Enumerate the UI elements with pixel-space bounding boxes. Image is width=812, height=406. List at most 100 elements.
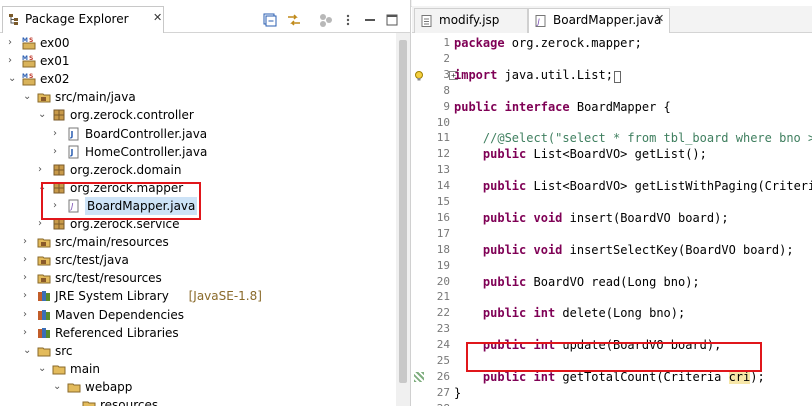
tree-item[interactable]: › J HomeController.java <box>0 143 396 161</box>
tree-item[interactable]: ⌄ src <box>0 342 396 360</box>
code-line[interactable]: 15 <box>412 194 812 210</box>
code-line[interactable]: 3+import java.util.List;□ <box>412 67 812 83</box>
chevron-right-icon[interactable]: › <box>53 143 63 161</box>
line-number: 24 <box>436 338 450 352</box>
code-line[interactable]: 8 <box>412 83 812 99</box>
chevron-down-icon[interactable]: ⌄ <box>38 360 48 378</box>
tree-item[interactable]: › M S ex01 <box>0 52 396 70</box>
chevron-right-icon[interactable]: › <box>23 306 33 324</box>
line-number: 18 <box>436 242 450 256</box>
code-line[interactable]: 11 //@Select("select * from tbl_board wh… <box>412 130 812 146</box>
code-line[interactable]: 2 <box>412 51 812 67</box>
web-project-icon: MS <box>22 37 36 50</box>
java-file-icon: J <box>68 127 79 140</box>
tree-item[interactable]: › src/test/java <box>0 251 396 269</box>
maximize-icon[interactable] <box>384 12 400 28</box>
chevron-right-icon[interactable]: › <box>23 324 33 342</box>
chevron-right-icon[interactable]: › <box>23 233 33 251</box>
tree-item[interactable]: ⌄ webapp <box>0 378 396 396</box>
explorer-scrollbar-thumb[interactable] <box>399 40 407 383</box>
chevron-right-icon[interactable]: › <box>23 251 33 269</box>
view-menu-icon[interactable] <box>340 12 356 28</box>
chevron-right-icon[interactable]: › <box>8 34 18 52</box>
tab-package-explorer[interactable]: Package Explorer ✕ <box>2 6 164 33</box>
code-token: BoardMapper { <box>569 99 671 114</box>
chevron-right-icon[interactable]: › <box>53 125 63 143</box>
keyword-token: interface <box>504 99 570 114</box>
svg-text:J: J <box>70 130 74 139</box>
code-text: public void insertSelectKey(BoardVO boar… <box>454 242 794 258</box>
tree-item[interactable]: › org.zerock.domain <box>0 161 396 179</box>
link-with-editor-icon[interactable] <box>286 12 302 28</box>
code-line[interactable]: 13 <box>412 162 812 178</box>
code-text: public List<BoardVO> getList(); <box>454 146 707 162</box>
code-line[interactable]: 14 public List<BoardVO> getListWithPagin… <box>412 178 812 194</box>
chevron-down-icon[interactable]: ⌄ <box>8 70 18 88</box>
folder-icon <box>67 383 81 393</box>
code-line[interactable]: 23 <box>412 321 812 337</box>
chevron-down-icon[interactable]: ⌄ <box>53 378 63 396</box>
code-line[interactable]: 21 <box>412 289 812 305</box>
tree-item-label: src/test/java <box>55 253 129 268</box>
tree-item[interactable]: › J BoardController.java <box>0 125 396 143</box>
keyword-token: public <box>454 99 498 114</box>
tree-item[interactable]: ⌄ main <box>0 360 396 378</box>
code-token: insert(BoardVO board); <box>562 210 729 225</box>
line-number: 19 <box>436 258 450 272</box>
code-line[interactable]: 16 public void insert(BoardVO board); <box>412 210 812 226</box>
chevron-right-icon[interactable]: › <box>8 52 18 70</box>
chevron-right-icon[interactable]: › <box>23 287 33 305</box>
tree-item[interactable]: › Referenced Libraries <box>0 324 396 342</box>
code-token: List<BoardVO> getList(); <box>526 147 707 162</box>
tree-item[interactable]: ⌄ src/main/java <box>0 88 396 106</box>
code-line[interactable]: 17 <box>412 226 812 242</box>
tree-item-label: Maven Dependencies <box>55 307 185 322</box>
tree-item[interactable]: ⌄ org.zerock.controller <box>0 106 396 124</box>
line-number: 21 <box>436 290 450 304</box>
code-line[interactable]: 19 <box>412 258 812 274</box>
code-line[interactable]: 12 public List<BoardVO> getList(); <box>412 146 812 162</box>
tree-item-label: src/main/java <box>55 90 136 105</box>
chevron-right-icon[interactable]: › <box>23 269 33 287</box>
tree-item[interactable]: › src/main/resources <box>0 233 396 251</box>
tree-item[interactable]: › src/test/resources <box>0 269 396 287</box>
chevron-down-icon[interactable]: ⌄ <box>23 342 33 360</box>
focus-icon[interactable] <box>318 12 334 28</box>
tab-boardmapper-java[interactable]: J BoardMapper.java ✕ <box>528 8 670 33</box>
tree-item-label: src/test/resources <box>55 271 162 286</box>
chevron-down-icon[interactable]: ⌄ <box>38 106 48 124</box>
code-token: } <box>454 385 462 400</box>
close-icon[interactable]: ✕ <box>655 12 664 25</box>
close-icon[interactable]: ✕ <box>153 11 162 24</box>
code-line[interactable]: 28 <box>412 401 812 406</box>
code-line[interactable]: 22 public int delete(Long bno); <box>412 305 812 321</box>
code-line[interactable]: 1 package org.zerock.mapper; <box>412 35 812 51</box>
collapse-all-icon[interactable] <box>262 12 278 28</box>
chevron-right-icon[interactable]: › <box>38 161 48 179</box>
tree-item-label: HomeController.java <box>85 144 208 159</box>
tab-modify-jsp[interactable]: modify.jsp <box>414 8 528 33</box>
minimize-icon[interactable] <box>362 12 378 28</box>
code-line[interactable]: 18 public void insertSelectKey(BoardVO b… <box>412 242 812 258</box>
tree-item[interactable]: › M S ex00 <box>0 34 396 52</box>
tree-item[interactable]: ⌄ M S ex02 <box>0 70 396 88</box>
chevron-right-icon[interactable] <box>68 396 78 406</box>
tree-item[interactable]: resources <box>0 396 396 406</box>
warning-lightbulb-icon[interactable] <box>414 69 424 81</box>
code-text: package org.zerock.mapper; <box>454 35 642 51</box>
code-line[interactable]: 27} <box>412 385 812 401</box>
line-number: 22 <box>436 306 450 320</box>
tree-item[interactable]: › JRE System Library [JavaSE-1.8] <box>0 287 396 305</box>
code-line[interactable]: 20 public BoardVO read(Long bno); <box>412 274 812 290</box>
line-number: 12 <box>436 147 450 161</box>
tree-item-label: ex01 <box>40 54 70 69</box>
line-number: 8 <box>443 83 450 97</box>
chevron-down-icon[interactable]: ⌄ <box>23 88 33 106</box>
code-line[interactable]: 9 public interface BoardMapper { <box>412 99 812 115</box>
code-line[interactable]: 10 <box>412 115 812 131</box>
tree-item[interactable]: › Maven Dependencies <box>0 306 396 324</box>
